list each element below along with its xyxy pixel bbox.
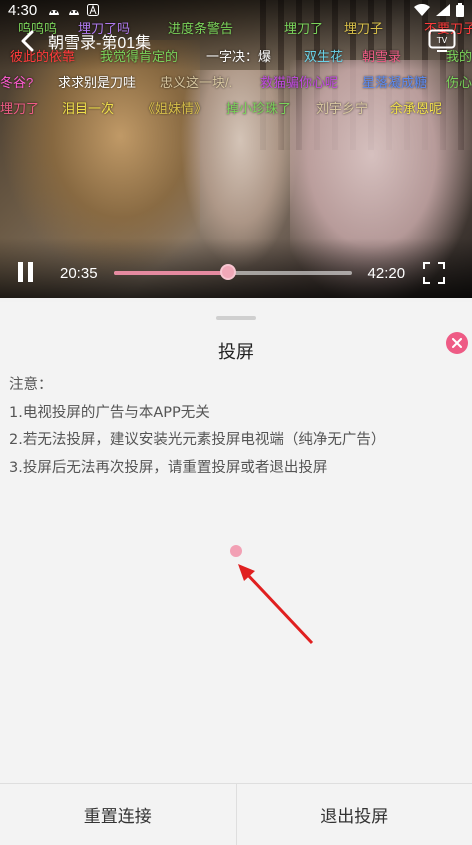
note-line: 2.若无法投屏，建议安装光元素投屏电视端（纯净无广告） bbox=[9, 432, 386, 448]
seek-progress bbox=[113, 271, 228, 275]
danmaku-comment: 忠义这一块/. bbox=[160, 75, 233, 90]
svg-text:TV: TV bbox=[436, 36, 448, 45]
danmaku-comment: 刘宇乡宁 bbox=[316, 101, 369, 116]
pause-icon bbox=[28, 262, 33, 282]
android-icon bbox=[69, 10, 80, 15]
touch-indicator bbox=[230, 545, 242, 557]
fullscreen-icon bbox=[423, 262, 446, 284]
tv-cast-button[interactable]: TV bbox=[428, 29, 456, 53]
player-controls: 20:35 42:20 bbox=[0, 258, 472, 288]
exit-cast-button[interactable]: 退出投屏 bbox=[237, 784, 472, 845]
total-time: 42:20 bbox=[367, 264, 406, 282]
danmaku-comment: 星落凝成糖 bbox=[362, 75, 428, 90]
cast-notes: 注意： 1.电视投屏的广告与本APP无关 2.若无法投屏，建议安装光元素投屏电视… bbox=[9, 372, 385, 482]
player-title-bar: 朝雪录-第01集 TV bbox=[0, 26, 472, 56]
note-line: 3.投屏后无法再次投屏，请重置投屏或者退出投屏 bbox=[9, 459, 328, 476]
app-a-icon bbox=[87, 4, 100, 16]
danmaku-comment: 掉小珍珠了 bbox=[226, 101, 292, 116]
close-icon bbox=[452, 338, 462, 348]
note-line: 1.电视投屏的广告与本APP无关 bbox=[9, 404, 210, 421]
status-notification-icons bbox=[47, 4, 100, 16]
seek-thumb[interactable] bbox=[219, 264, 236, 280]
pause-button[interactable] bbox=[18, 262, 38, 284]
status-system-icons bbox=[414, 3, 464, 17]
video-title: 朝雪录-第01集 bbox=[48, 35, 152, 52]
back-icon bbox=[21, 30, 34, 52]
danmaku-comment: 泪目一次 bbox=[62, 101, 115, 116]
danmaku-comment: 求求别是刀哇 bbox=[58, 75, 137, 90]
status-time: 4:30 bbox=[8, 1, 38, 19]
danmaku-comment: 余承恩呢 bbox=[390, 101, 443, 116]
pause-icon bbox=[18, 262, 23, 282]
seek-bar[interactable] bbox=[113, 264, 352, 280]
status-bar: 4:30 bbox=[0, 0, 472, 20]
fullscreen-button[interactable] bbox=[423, 262, 446, 284]
danmaku-comment: 《姐妹情》 bbox=[142, 101, 208, 116]
tv-cast-icon: TV bbox=[428, 29, 456, 52]
cast-panel: 投屏 注意： 1.电视投屏的广告与本APP无关 2.若无法投屏，建议安装光元素投… bbox=[0, 302, 472, 845]
battery-icon bbox=[456, 3, 464, 17]
wifi-icon bbox=[414, 4, 430, 16]
notes-heading: 注意： bbox=[9, 377, 53, 393]
danmaku-comment: 救猫骗你心呢 bbox=[260, 75, 339, 90]
current-time: 20:35 bbox=[60, 264, 98, 282]
reset-connection-button[interactable]: 重置连接 bbox=[0, 784, 236, 845]
panel-footer: 重置连接 退出投屏 bbox=[0, 783, 472, 845]
danmaku-comment: 伤心 bbox=[446, 75, 472, 90]
back-button[interactable] bbox=[12, 26, 42, 56]
close-button[interactable] bbox=[446, 332, 468, 354]
danmaku-comment: 埋刀了 bbox=[0, 101, 40, 116]
panel-title: 投屏 bbox=[218, 342, 254, 363]
danmaku-comment: 冬谷? bbox=[0, 75, 34, 90]
signal-icon bbox=[436, 4, 450, 16]
drag-handle[interactable] bbox=[216, 316, 256, 320]
android-icon bbox=[49, 10, 60, 15]
